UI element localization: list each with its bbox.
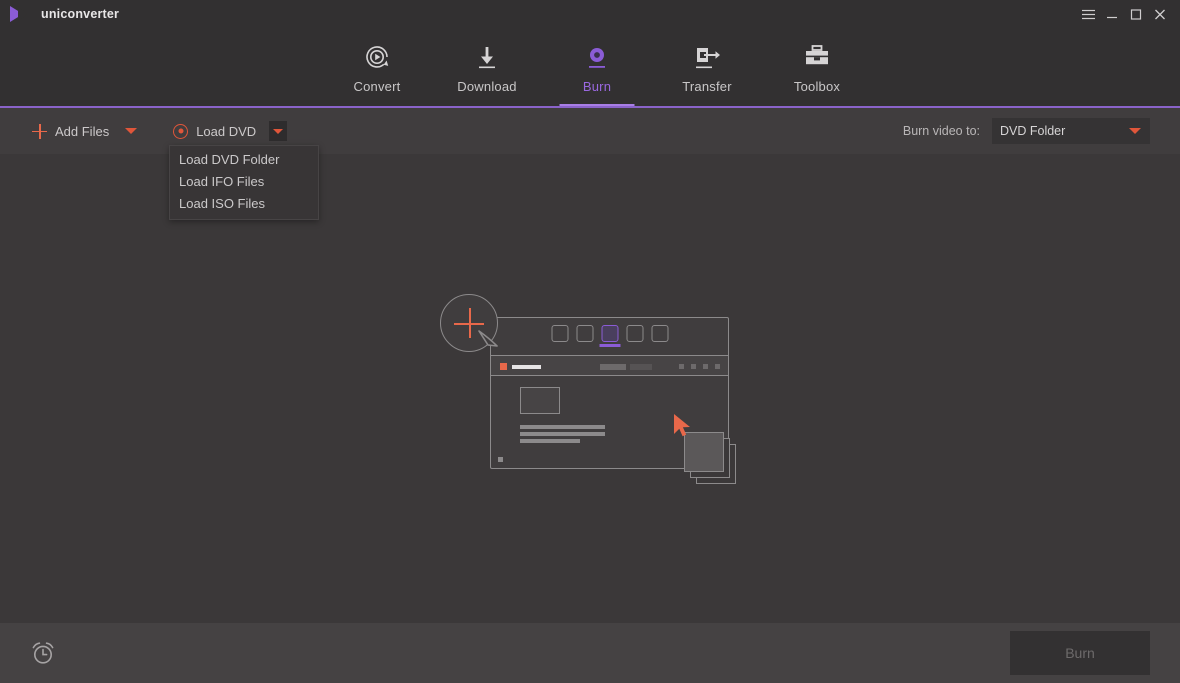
plus-icon xyxy=(32,123,47,139)
plus-in-bubble-icon xyxy=(440,294,498,352)
burn-button-label: Burn xyxy=(1065,645,1095,661)
burn-button[interactable]: Burn xyxy=(1010,631,1150,675)
burn-video-to-label: Burn video to: xyxy=(902,124,980,138)
load-dvd-caret-down-icon xyxy=(273,128,284,134)
illustration-nav-underline xyxy=(599,344,620,347)
download-arrow-icon xyxy=(467,39,507,75)
tab-transfer-label: Transfer xyxy=(682,79,732,94)
load-dvd-dropdown-menu: Load DVD Folder Load IFO Files Load ISO … xyxy=(169,145,319,220)
disc-icon xyxy=(173,123,189,139)
illustration-text-line xyxy=(520,425,605,429)
illustration-nav-square xyxy=(651,325,668,342)
output-format-select[interactable]: DVD Folder xyxy=(992,118,1150,144)
illustration-nav-square xyxy=(626,325,643,342)
main-navigation: Convert Download Burn Transfer Toolbox xyxy=(0,28,1180,107)
play-triangle-logo-icon xyxy=(10,5,32,23)
add-files-button[interactable]: Add Files xyxy=(30,120,111,143)
title-bar: uniconverter xyxy=(0,0,1180,28)
load-dvd-label: Load DVD xyxy=(196,123,257,139)
tab-convert[interactable]: Convert xyxy=(322,28,432,107)
transfer-device-arrow-icon xyxy=(687,39,727,75)
tab-burn-label: Burn xyxy=(582,79,612,94)
menu-item-load-ifo-files[interactable]: Load IFO Files xyxy=(170,171,318,193)
tab-toolbox-label: Toolbox xyxy=(793,79,841,94)
illustration-thumbnail xyxy=(520,387,560,414)
illustration-toolbar-chip xyxy=(600,364,626,370)
load-dvd-button[interactable]: Load DVD xyxy=(173,123,257,139)
load-dvd-dropdown-button[interactable] xyxy=(269,121,288,141)
drop-files-placeholder-illustration xyxy=(440,294,740,484)
illustration-toolbar-bar xyxy=(512,365,541,369)
minimize-icon[interactable] xyxy=(1100,0,1124,28)
add-files-caret-down-icon[interactable] xyxy=(125,128,138,134)
app-brand: uniconverter xyxy=(0,5,119,23)
illustration-text-line xyxy=(520,432,605,436)
main-content-area xyxy=(0,154,1180,623)
close-icon[interactable] xyxy=(1148,0,1172,28)
menu-item-load-dvd-folder[interactable]: Load DVD Folder xyxy=(170,149,318,171)
illustration-toolbar-row xyxy=(491,355,728,376)
tab-download[interactable]: Download xyxy=(432,28,542,107)
output-format-caret-down-icon xyxy=(1129,128,1141,134)
illustration-toolbar-accent-dot xyxy=(500,363,507,370)
tab-download-label: Download xyxy=(457,79,517,94)
menu-icon[interactable] xyxy=(1076,0,1100,28)
menu-item-load-iso-files[interactable]: Load ISO Files xyxy=(170,193,318,215)
alarm-clock-icon[interactable] xyxy=(30,640,56,666)
illustration-text-line xyxy=(520,439,580,443)
illustration-status-dot xyxy=(498,457,503,462)
illustration-nav-row xyxy=(491,318,728,355)
illustration-toolbar-chip xyxy=(630,364,652,370)
bottom-bar: Burn xyxy=(0,623,1180,683)
illustration-toolbar-dots xyxy=(679,364,720,369)
uniconverter-window: uniconverter Convert Download Burn Trans… xyxy=(0,0,1180,683)
mouse-pointer-icon xyxy=(674,414,690,437)
illustration-nav-square xyxy=(576,325,593,342)
illustration-nav-squares xyxy=(551,325,668,342)
tab-toolbox[interactable]: Toolbox xyxy=(762,28,872,107)
illustration-nav-square xyxy=(551,325,568,342)
toolbox-icon xyxy=(797,39,837,75)
tab-transfer[interactable]: Transfer xyxy=(652,28,762,107)
tab-convert-label: Convert xyxy=(353,79,401,94)
add-files-label: Add Files xyxy=(55,123,110,139)
output-format-value: DVD Folder xyxy=(1000,124,1066,138)
illustration-nav-square-selected xyxy=(601,325,618,342)
tab-burn[interactable]: Burn xyxy=(542,28,652,107)
maximize-icon[interactable] xyxy=(1124,0,1148,28)
convert-circular-play-icon xyxy=(357,39,397,75)
window-controls xyxy=(1076,0,1172,28)
app-title: uniconverter xyxy=(41,7,120,21)
burn-disc-icon xyxy=(577,39,617,75)
